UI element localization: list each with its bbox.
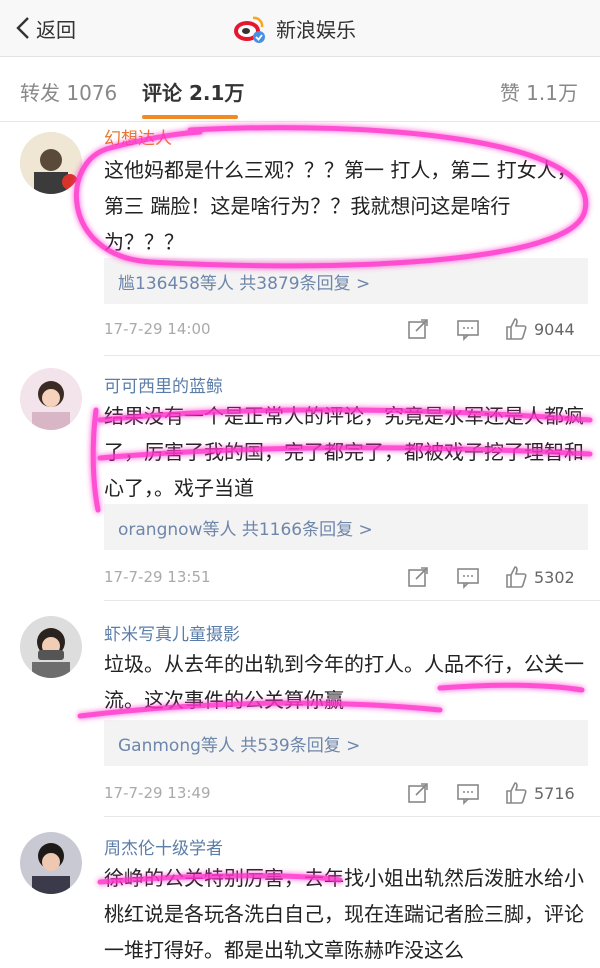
tab-repost[interactable]: 转发 1076 (20, 77, 117, 106)
divider (104, 816, 600, 817)
back-label: 返回 (36, 17, 76, 42)
share-icon (408, 783, 428, 803)
like-button[interactable]: 5716 (504, 780, 575, 806)
nav-header: 返回 新浪娱乐 (0, 0, 600, 57)
like-count: 9044 (534, 319, 575, 339)
like-button[interactable]: 9044 (504, 316, 575, 342)
comment-icon (457, 568, 479, 589)
chevron-left-icon (16, 17, 29, 39)
sina-weibo-logo-icon (232, 12, 266, 44)
avatar[interactable] (20, 832, 82, 894)
thumbs-up-icon (506, 318, 527, 340)
repost-button[interactable] (406, 316, 430, 342)
repost-button[interactable] (406, 780, 430, 806)
comment-text: 垃圾。从去年的出轨到今年的打人。人品不行，公关一流。这次事件的公关算你赢 (104, 652, 584, 712)
tab-comment[interactable]: 评论 2.1万 (142, 77, 244, 106)
divider (104, 355, 600, 356)
tab-bar: 转发 1076 评论 2.1万 赞 1.1万 (0, 57, 600, 122)
like-button[interactable]: 5302 (504, 564, 575, 590)
avatar[interactable] (20, 368, 82, 430)
like-count: 5302 (534, 567, 575, 587)
comment-icon (457, 784, 479, 805)
comment-username[interactable]: 可可西里的蓝鲸 (104, 372, 223, 397)
like-count: 5716 (534, 783, 575, 803)
reply-summary[interactable]: Ganmong等人 共539条回复 > (104, 720, 588, 766)
reply-summary[interactable]: orangnow等人 共1166条回复 > (104, 504, 588, 550)
thumbs-up-icon (506, 782, 527, 804)
comment-text: 这他妈都是什么三观？？？第一 打人，第二 打女人，第三 踹脸！这是啥行为？？我就… (104, 158, 577, 254)
thumbs-up-icon (506, 566, 527, 588)
comment-icon (457, 320, 479, 341)
highlight-bracket-2 (90, 407, 101, 513)
share-icon (408, 567, 428, 587)
reply-button[interactable] (456, 780, 480, 806)
comment-meta: 17-7-29 14:00 9044 (104, 314, 588, 344)
active-tab-indicator (142, 115, 238, 119)
comment-time: 17-7-29 13:51 (104, 568, 211, 586)
comment-meta: 17-7-29 13:49 5716 (104, 778, 588, 808)
comment-meta: 17-7-29 13:51 5302 (104, 562, 588, 592)
reply-button[interactable] (456, 316, 480, 342)
comment-username[interactable]: 虾米写真儿童摄影 (104, 620, 240, 645)
header-title-group: 新浪娱乐 (232, 10, 356, 46)
page-title: 新浪娱乐 (276, 17, 356, 42)
comment-text: 结果没有一个是正常人的评论，究竟是水军还是人都疯了，厉害了我的国，完了都完了，都… (104, 404, 584, 500)
avatar[interactable] (20, 616, 82, 678)
avatar[interactable] (20, 132, 82, 194)
comment-text: 徐峥的公关特别厉害，去年找小姐出轨然后泼脏水给小桃红说是各玩各洗白自己，现在连踹… (104, 866, 584, 962)
share-icon (408, 319, 428, 339)
comment-time: 17-7-29 13:49 (104, 784, 211, 802)
repost-button[interactable] (406, 564, 430, 590)
reply-button[interactable] (456, 564, 480, 590)
back-button[interactable]: 返回 (14, 12, 76, 44)
comment-username[interactable]: 幻想达人 (104, 124, 172, 149)
divider (104, 600, 600, 601)
tab-like[interactable]: 赞 1.1万 (500, 77, 578, 106)
reply-summary[interactable]: 尴136458等人 共3879条回复 > (104, 258, 588, 304)
comment-time: 17-7-29 14:00 (104, 320, 211, 338)
comment-username[interactable]: 周杰伦十级学者 (104, 834, 223, 859)
